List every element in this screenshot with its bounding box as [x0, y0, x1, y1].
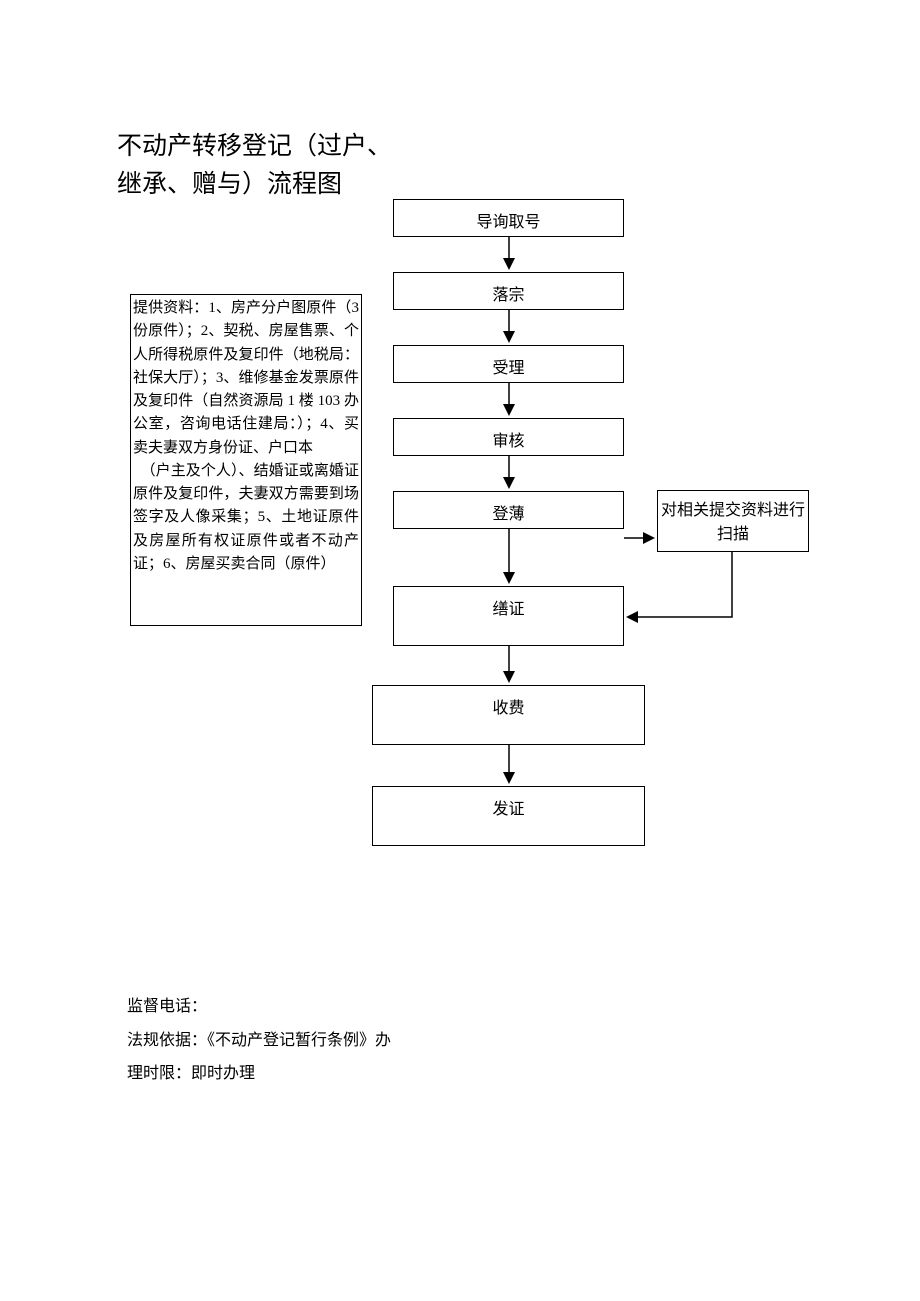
arrow-5-6 [508, 529, 510, 586]
flow-side-scan: 对相关提交资料进行扫描 [657, 490, 809, 552]
arrow-6-7 [508, 646, 510, 685]
arrow-side-6 [624, 552, 814, 622]
flow-step-3: 受理 [393, 345, 624, 383]
materials-box: 提供资料：1、房产分户图原件（3 份原件）；2、契税、房屋售票、个人所得税原件及… [130, 294, 362, 626]
arrow-2-3 [508, 310, 510, 345]
flow-step-6: 缮证 [393, 586, 624, 646]
arrow-5-side [624, 536, 657, 540]
footer-law: 法规依据：《不动产登记暂行条例》办 [127, 1024, 391, 1058]
footer-info: 监督电话： 法规依据：《不动产登记暂行条例》办 理时限：即时办理 [127, 990, 391, 1091]
arrow-1-2 [508, 237, 510, 272]
arrow-4-5 [508, 456, 510, 491]
flow-step-8: 发证 [372, 786, 645, 846]
footer-time: 理时限：即时办理 [127, 1057, 391, 1091]
flow-step-5: 登薄 [393, 491, 624, 529]
flow-step-2: 落宗 [393, 272, 624, 310]
footer-phone: 监督电话： [127, 990, 391, 1024]
page-title: 不动产转移登记（过户、继承、赠与）流程图 [117, 128, 397, 203]
flow-step-1: 导询取号 [393, 199, 624, 237]
arrow-3-4 [508, 383, 510, 418]
flow-step-7: 收费 [372, 685, 645, 745]
arrow-7-8 [508, 745, 510, 786]
flow-step-4: 审核 [393, 418, 624, 456]
